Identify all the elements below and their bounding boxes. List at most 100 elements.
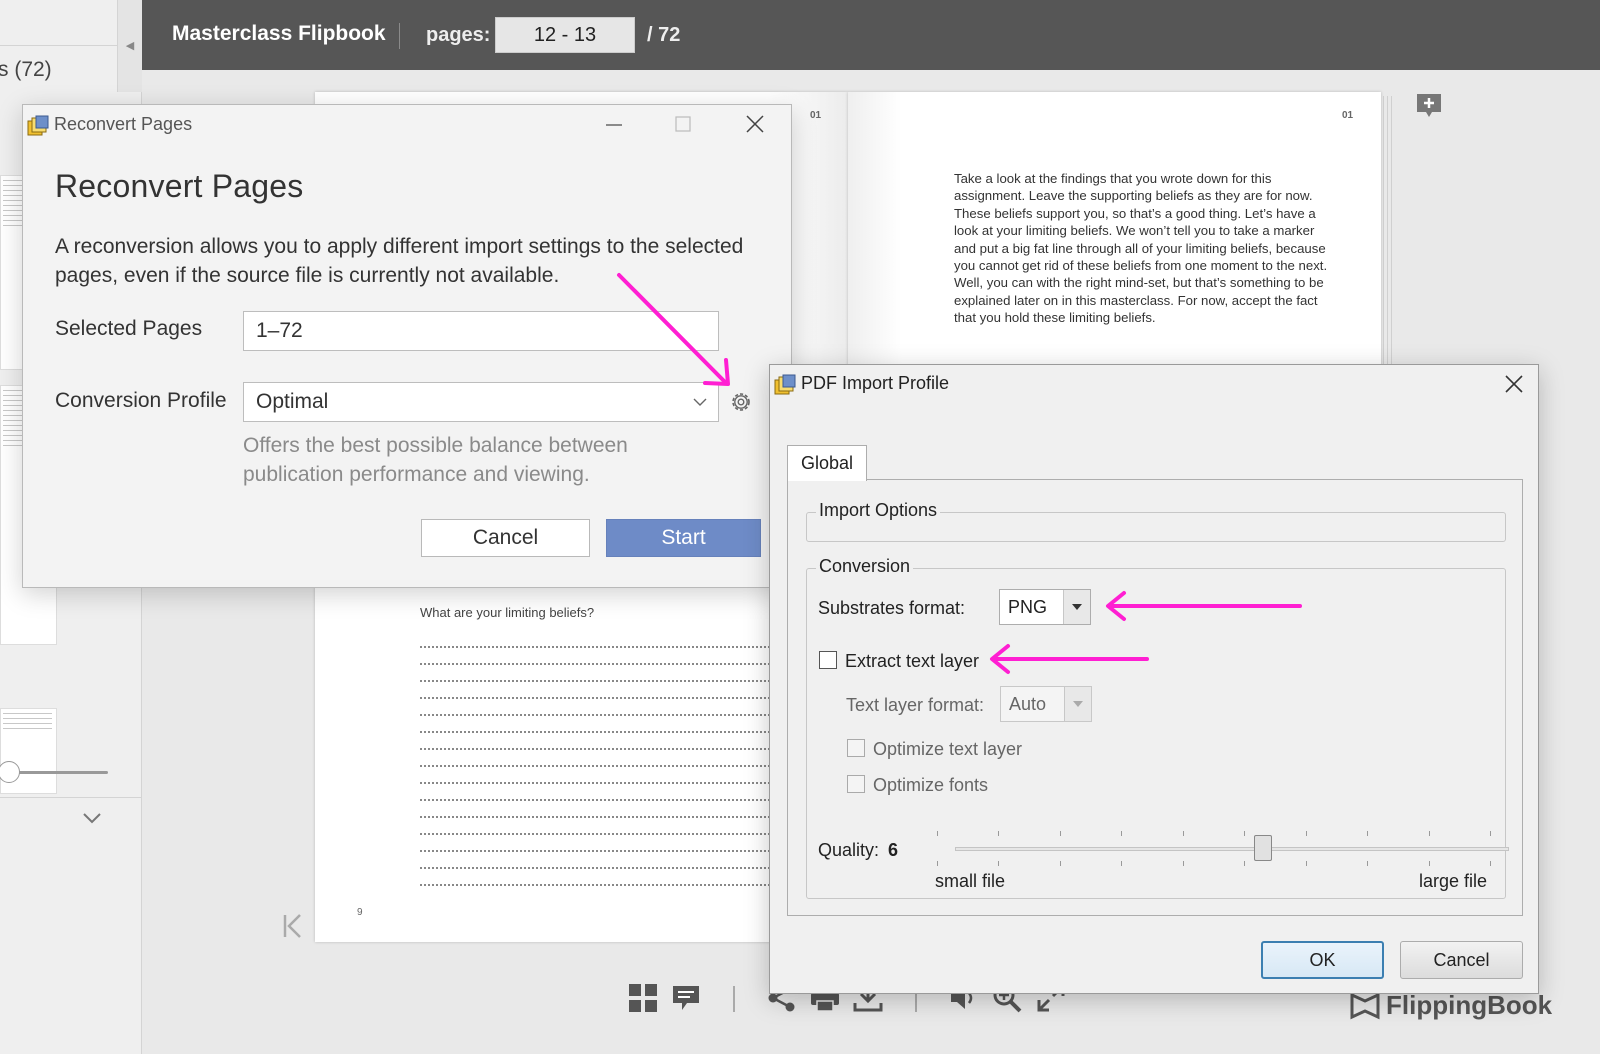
writing-line xyxy=(420,850,770,852)
app-icon xyxy=(27,115,49,136)
writing-line xyxy=(420,731,770,733)
writing-line xyxy=(420,680,770,682)
thumbnails-grid-icon[interactable] xyxy=(628,983,658,1013)
selected-pages-value: 1–72 xyxy=(256,319,303,342)
dropdown-arrow-icon xyxy=(1064,687,1091,721)
writing-line xyxy=(420,816,770,818)
writing-line xyxy=(420,867,770,869)
global-tab-panel: Import Options Conversion Substrates for… xyxy=(787,479,1523,916)
slider-tick xyxy=(1060,831,1061,836)
notes-icon[interactable] xyxy=(671,983,701,1013)
extract-text-layer-label[interactable]: Extract text layer xyxy=(845,651,979,672)
slider-tick xyxy=(1183,861,1184,866)
slider-tick xyxy=(998,831,999,836)
profile-hint: Offers the best possible balance between… xyxy=(243,434,628,486)
page-footer-number: 9 xyxy=(357,907,363,918)
selected-pages-input[interactable]: 1–72 xyxy=(243,311,719,351)
writing-line xyxy=(420,663,770,665)
cancel-button[interactable]: Cancel xyxy=(1400,941,1523,979)
close-icon[interactable] xyxy=(1503,373,1525,395)
page-total: / 72 xyxy=(647,24,681,46)
writing-line xyxy=(420,697,770,699)
optimize-text-layer-checkbox[interactable] xyxy=(847,739,865,757)
writing-line xyxy=(420,884,770,886)
slider-tick xyxy=(1183,831,1184,836)
flipbook-title: Masterclass Flipbook xyxy=(172,22,386,45)
top-bar: Masterclass Flipbook pages: 12 - 13 / 72 xyxy=(142,0,1600,70)
optimize-fonts-checkbox[interactable] xyxy=(847,775,865,793)
slider-tick xyxy=(1244,861,1245,866)
topbar-separator xyxy=(399,23,400,49)
ok-button[interactable]: OK xyxy=(1261,941,1384,979)
chevron-down-icon xyxy=(693,398,707,406)
tab-global[interactable]: Global xyxy=(787,445,867,481)
sidebar-pages-count: s (72) xyxy=(0,58,52,81)
slider-min-label: small file xyxy=(935,871,1006,891)
sidebar-divider xyxy=(0,797,141,798)
app-icon xyxy=(774,374,796,395)
page-question: What are your limiting beliefs? xyxy=(420,605,595,620)
slider-tick xyxy=(1306,861,1307,866)
slider-tick xyxy=(1244,831,1245,836)
text-layer-format-value: Auto xyxy=(1009,694,1047,714)
quality-label: Quality: xyxy=(818,840,880,860)
page-range-input[interactable]: 12 - 13 xyxy=(495,17,635,53)
slider-tick xyxy=(998,861,999,866)
flippingbook-logo: FlippingBook xyxy=(1350,990,1552,1021)
quality-slider-track[interactable] xyxy=(955,847,1509,851)
toolbar-separator xyxy=(733,986,735,1012)
slider-tick xyxy=(1429,831,1430,836)
flippingbook-logo-icon xyxy=(1350,992,1380,1019)
cancel-button[interactable]: Cancel xyxy=(421,519,590,557)
conversion-profile-select[interactable]: Optimal xyxy=(243,382,719,422)
substrates-format-value: PNG xyxy=(1008,597,1048,617)
right-page-number: 01 xyxy=(1342,110,1354,121)
import-options-group: Import Options xyxy=(806,500,1506,542)
window-titlebar[interactable]: Reconvert Pages xyxy=(23,105,791,143)
dialog-description: A reconversion allows you to apply diffe… xyxy=(55,235,744,287)
slider-tick xyxy=(1060,861,1061,866)
sidebar-header xyxy=(0,0,117,46)
optimize-fonts-label: Optimize fonts xyxy=(873,775,989,795)
start-button[interactable]: Start xyxy=(606,519,761,557)
minimize-icon[interactable] xyxy=(599,111,629,137)
slider-tick xyxy=(1367,861,1368,866)
chevron-down-icon[interactable] xyxy=(82,808,102,828)
writing-line xyxy=(420,782,770,784)
dropdown-arrow-icon xyxy=(1063,590,1090,624)
slider-tick xyxy=(1367,831,1368,836)
writing-line xyxy=(420,714,770,716)
conversion-profile-value: Optimal xyxy=(256,390,329,413)
window-title: PDF Import Profile xyxy=(801,373,950,393)
slider-tick xyxy=(1490,861,1491,866)
slider-tick xyxy=(1121,861,1122,866)
quality-value: 6 xyxy=(888,840,899,860)
slider-tick xyxy=(937,831,938,836)
reconvert-pages-window: Reconvert Pages Reconvert Pages A reconv… xyxy=(22,104,792,588)
left-page-number: 01 xyxy=(810,110,822,121)
quality-slider-thumb[interactable] xyxy=(1254,835,1272,861)
first-page-icon[interactable] xyxy=(281,912,305,940)
gear-icon[interactable] xyxy=(728,389,754,415)
slider-tick xyxy=(1490,831,1491,836)
slider-tick xyxy=(1429,861,1430,866)
window-title: Reconvert Pages xyxy=(54,114,193,134)
page-body-text: Take a look at the findings that you wro… xyxy=(954,171,1328,326)
text-layer-format-select[interactable]: Auto xyxy=(1000,686,1092,722)
add-note-icon[interactable] xyxy=(1415,92,1443,120)
pdf-import-profile-window: PDF Import Profile Global Import Options… xyxy=(769,364,1539,994)
conversion-group: Conversion Substrates format: PNG Extrac… xyxy=(806,556,1509,899)
extract-text-layer-checkbox[interactable] xyxy=(819,651,837,669)
slider-tick xyxy=(1121,831,1122,836)
writing-line xyxy=(420,833,770,835)
writing-line xyxy=(420,765,770,767)
import-options-legend: Import Options xyxy=(816,500,941,521)
close-icon[interactable] xyxy=(740,111,770,137)
flippingbook-logo-text: FlippingBook xyxy=(1386,990,1553,1020)
slider-max-label: large file xyxy=(1419,871,1488,891)
pages-label: pages: xyxy=(426,24,491,46)
substrates-format-select[interactable]: PNG xyxy=(999,589,1091,625)
writing-line xyxy=(420,748,770,750)
collapse-sidebar-button[interactable]: ◀ xyxy=(117,0,142,92)
maximize-icon[interactable] xyxy=(668,111,698,137)
